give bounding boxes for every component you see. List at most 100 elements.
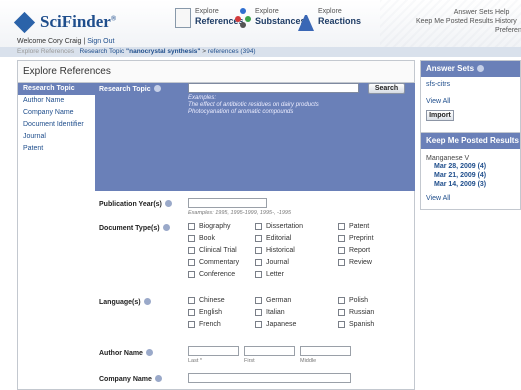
checkbox-box[interactable] [255, 297, 262, 304]
doctype-checkbox-clinical-trial[interactable]: Clinical Trial [188, 247, 237, 254]
publication-year-hint: Examples: 1995, 1995-1999, 1995-, -1995 [188, 210, 292, 216]
checkbox-box[interactable] [338, 247, 345, 254]
checkbox-label: Report [349, 247, 371, 254]
doctype-checkbox-historical[interactable]: Historical [255, 247, 295, 254]
breadcrumb-references[interactable]: references (394) [208, 48, 256, 55]
checkbox-label: Editorial [266, 235, 292, 242]
doctype-checkbox-biography[interactable]: Biography [188, 223, 231, 230]
checkbox-box[interactable] [188, 309, 195, 316]
language-checkbox-italian[interactable]: Italian [255, 309, 285, 316]
breadcrumb-topic-value[interactable]: "nanocrystal synthesis" [126, 48, 200, 55]
help-icon[interactable] [164, 200, 172, 207]
checkbox-box[interactable] [255, 321, 262, 328]
language-checkbox-polish[interactable]: Polish [338, 297, 368, 304]
explore-references-panel: Explore References Research Topic Author… [17, 60, 415, 390]
author-first-input[interactable] [244, 346, 295, 356]
checkbox-box[interactable] [255, 259, 262, 266]
nav-explore-reactions[interactable]: Explore Reactions [298, 8, 361, 31]
checkbox-box[interactable] [188, 321, 195, 328]
checkbox-box[interactable] [338, 259, 345, 266]
kmp-results-link[interactable]: Keep Me Posted Results [416, 17, 493, 26]
doctype-checkbox-dissertation[interactable]: Dissertation [255, 223, 303, 230]
author-last-input[interactable] [188, 346, 239, 356]
checkbox-label: Letter [266, 271, 284, 278]
checkbox-box[interactable] [338, 235, 345, 242]
doctype-checkbox-patent[interactable]: Patent [338, 223, 369, 230]
help-icon[interactable] [145, 349, 153, 356]
research-topic-label: Research Topic [99, 86, 151, 93]
scifinder-logo[interactable]: SciFinder® [13, 10, 116, 34]
checkbox-label: Journal [266, 259, 289, 266]
help-icon[interactable] [477, 65, 485, 72]
doctype-checkbox-preprint[interactable]: Preprint [338, 235, 374, 242]
checkbox-box[interactable] [255, 235, 262, 242]
nav-document-identifier[interactable]: Document Identifier [18, 119, 95, 131]
nav-patent[interactable]: Patent [18, 143, 95, 155]
checkbox-label: Preprint [349, 235, 374, 242]
doctype-checkbox-conference[interactable]: Conference [188, 271, 235, 278]
author-last-caption: Last * [188, 358, 203, 364]
checkbox-box[interactable] [188, 297, 195, 304]
checkbox-box[interactable] [255, 309, 262, 316]
kmp-date-link[interactable]: Mar 28, 2009 (4) [426, 162, 515, 171]
checkbox-box[interactable] [255, 271, 262, 278]
language-checkbox-japanese[interactable]: Japanese [255, 321, 296, 328]
kmp-date-link[interactable]: Mar 21, 2009 (4) [426, 171, 515, 180]
nav-company-name[interactable]: Company Name [18, 107, 95, 119]
language-checkbox-chinese[interactable]: Chinese [188, 297, 225, 304]
preferences-link[interactable]: Preferences [495, 26, 521, 35]
breadcrumb-arrow: > [202, 48, 207, 55]
import-button[interactable]: Import [426, 110, 454, 121]
checkbox-box[interactable] [188, 247, 195, 254]
language-checkbox-french[interactable]: French [188, 321, 221, 328]
checkbox-box[interactable] [188, 271, 195, 278]
publication-year-input[interactable] [188, 198, 267, 208]
help-icon[interactable] [162, 224, 170, 231]
help-link[interactable]: Help [495, 8, 521, 17]
answer-sets-view-all[interactable]: View All [426, 98, 515, 105]
doctype-checkbox-report[interactable]: Report [338, 247, 370, 254]
checkbox-box[interactable] [338, 309, 345, 316]
nav-research-topic[interactable]: Research Topic [18, 83, 95, 95]
help-icon[interactable] [153, 85, 161, 92]
doctype-checkbox-book[interactable]: Book [188, 235, 215, 242]
sign-out-link[interactable]: Sign Out [87, 38, 114, 45]
breadcrumb-home[interactable]: Explore References [17, 48, 74, 55]
kmp-view-all[interactable]: View All [426, 195, 515, 202]
language-checkbox-spanish[interactable]: Spanish [338, 321, 374, 328]
language-checkbox-russian[interactable]: Russian [338, 309, 374, 316]
checkbox-label: Review [349, 259, 372, 266]
checkbox-box[interactable] [188, 259, 195, 266]
checkbox-box[interactable] [255, 223, 262, 230]
language-checkbox-german[interactable]: German [255, 297, 291, 304]
doctype-checkbox-editorial[interactable]: Editorial [255, 235, 291, 242]
help-icon[interactable] [143, 298, 151, 305]
nav-author-name[interactable]: Author Name [18, 95, 95, 107]
doctype-checkbox-journal[interactable]: Journal [255, 259, 289, 266]
kmp-date-link[interactable]: Mar 14, 2009 (3) [426, 180, 515, 189]
author-first-caption: First [244, 358, 255, 364]
company-name-input[interactable] [188, 373, 351, 383]
author-middle-input[interactable] [300, 346, 351, 356]
author-middle-caption: Middle [300, 358, 317, 364]
doctype-checkbox-letter[interactable]: Letter [255, 271, 284, 278]
checkbox-box[interactable] [188, 223, 195, 230]
checkbox-box[interactable] [255, 247, 262, 254]
checkbox-box[interactable] [338, 321, 345, 328]
nav-explore-substances[interactable]: Explore Substances [235, 8, 306, 28]
answer-sets-link[interactable]: Answer Sets [416, 8, 493, 17]
research-topic-input[interactable] [188, 83, 359, 93]
search-button[interactable]: Search [368, 83, 405, 94]
language-checkbox-english[interactable]: English [188, 309, 222, 316]
doctype-checkbox-review[interactable]: Review [338, 259, 372, 266]
checkbox-box[interactable] [338, 223, 345, 230]
doctype-checkbox-commentary[interactable]: Commentary [188, 259, 239, 266]
answer-set-item[interactable]: sfs-citrs [426, 81, 515, 88]
checkbox-box[interactable] [188, 235, 195, 242]
history-link[interactable]: History [495, 17, 521, 26]
document-type-label: Document Type(s) [99, 225, 160, 232]
checkbox-box[interactable] [338, 297, 345, 304]
nav-journal[interactable]: Journal [18, 131, 95, 143]
breadcrumb-topic-prefix[interactable]: Research Topic [80, 48, 125, 55]
nav-explore-references[interactable]: Explore References [175, 8, 244, 28]
